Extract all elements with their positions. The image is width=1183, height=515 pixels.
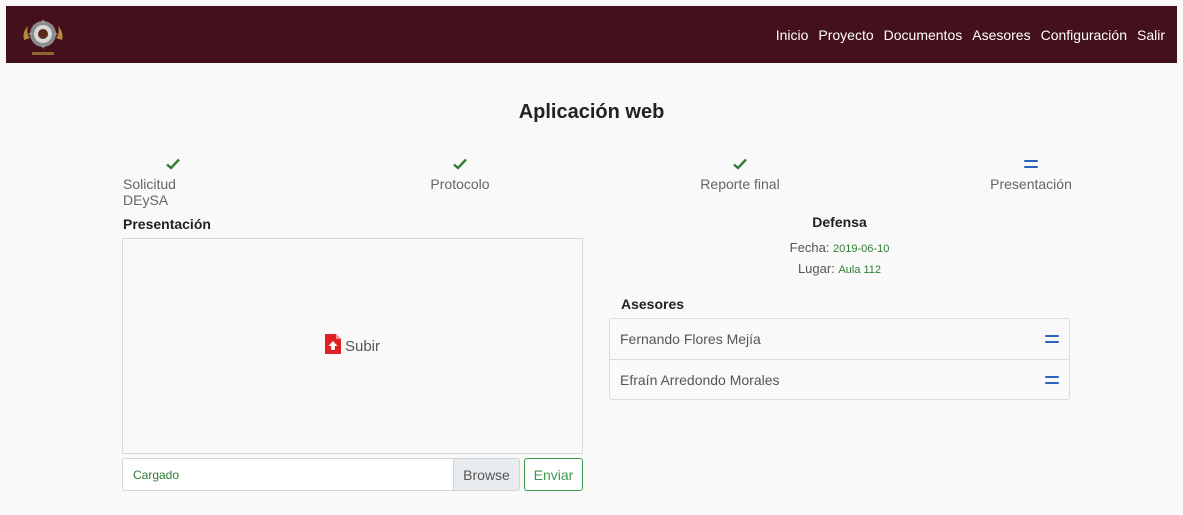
step-label: Solicitud DEySA <box>123 176 176 208</box>
upload-section-title: Presentación <box>123 216 211 232</box>
advisor-name: Efraín Arredondo Morales <box>620 371 780 388</box>
step-reporte-final: Reporte final <box>690 154 790 192</box>
defense-place: Lugar: Aula 112 <box>609 261 1070 276</box>
advisors-list: Fernando Flores Mejía Efraín Arredondo M… <box>609 318 1070 400</box>
nav-menu: Inicio Proyecto Documentos Asesores Conf… <box>776 6 1165 63</box>
file-input[interactable]: Cargado Browse <box>122 458 520 491</box>
check-icon <box>733 154 747 174</box>
date-label: Fecha: <box>789 240 830 255</box>
nav-asesores[interactable]: Asesores <box>972 27 1030 43</box>
nav-documentos[interactable]: Documentos <box>884 27 963 43</box>
file-name: Cargado <box>133 467 180 482</box>
defense-date: Fecha: 2019-06-10 <box>609 240 1070 255</box>
step-protocolo: Protocolo <box>410 154 510 192</box>
list-item[interactable]: Efraín Arredondo Morales <box>610 359 1069 399</box>
send-button[interactable]: Enviar <box>524 458 583 491</box>
nav-salir[interactable]: Salir <box>1137 27 1165 43</box>
place-label: Lugar: <box>797 261 835 276</box>
equals-icon[interactable] <box>1045 335 1059 343</box>
app-frame: Inicio Proyecto Documentos Asesores Conf… <box>6 6 1177 515</box>
nav-configuracion[interactable]: Configuración <box>1041 27 1127 43</box>
equals-icon[interactable] <box>1045 375 1059 384</box>
step-label: Presentación <box>990 176 1072 192</box>
nav-inicio[interactable]: Inicio <box>776 27 809 43</box>
advisors-title: Asesores <box>621 296 685 312</box>
advisor-name: Fernando Flores Mejía <box>620 331 761 347</box>
step-label: Reporte final <box>700 176 780 192</box>
browse-button[interactable]: Browse <box>453 459 519 490</box>
step-label: Protocolo <box>430 176 490 192</box>
defense-title: Defensa <box>812 214 867 230</box>
check-icon <box>166 154 180 174</box>
navbar: Inicio Proyecto Documentos Asesores Conf… <box>6 6 1177 63</box>
date-value: 2019-06-10 <box>833 243 890 255</box>
upload-drop-zone[interactable]: Subir <box>122 238 583 454</box>
nav-proyecto[interactable]: Proyecto <box>818 27 873 43</box>
check-icon <box>453 154 467 174</box>
list-item[interactable]: Fernando Flores Mejía <box>610 319 1069 359</box>
place-value: Aula 112 <box>838 264 882 276</box>
page-title: Aplicación web <box>518 101 665 123</box>
step-presentacion: Presentación <box>981 154 1081 192</box>
logo-icon[interactable] <box>18 10 68 60</box>
step-solicitud: Solicitud DEySA <box>123 154 223 208</box>
file-upload-icon <box>324 334 341 358</box>
upload-label: Subir <box>344 337 381 355</box>
equals-icon <box>1024 154 1038 174</box>
